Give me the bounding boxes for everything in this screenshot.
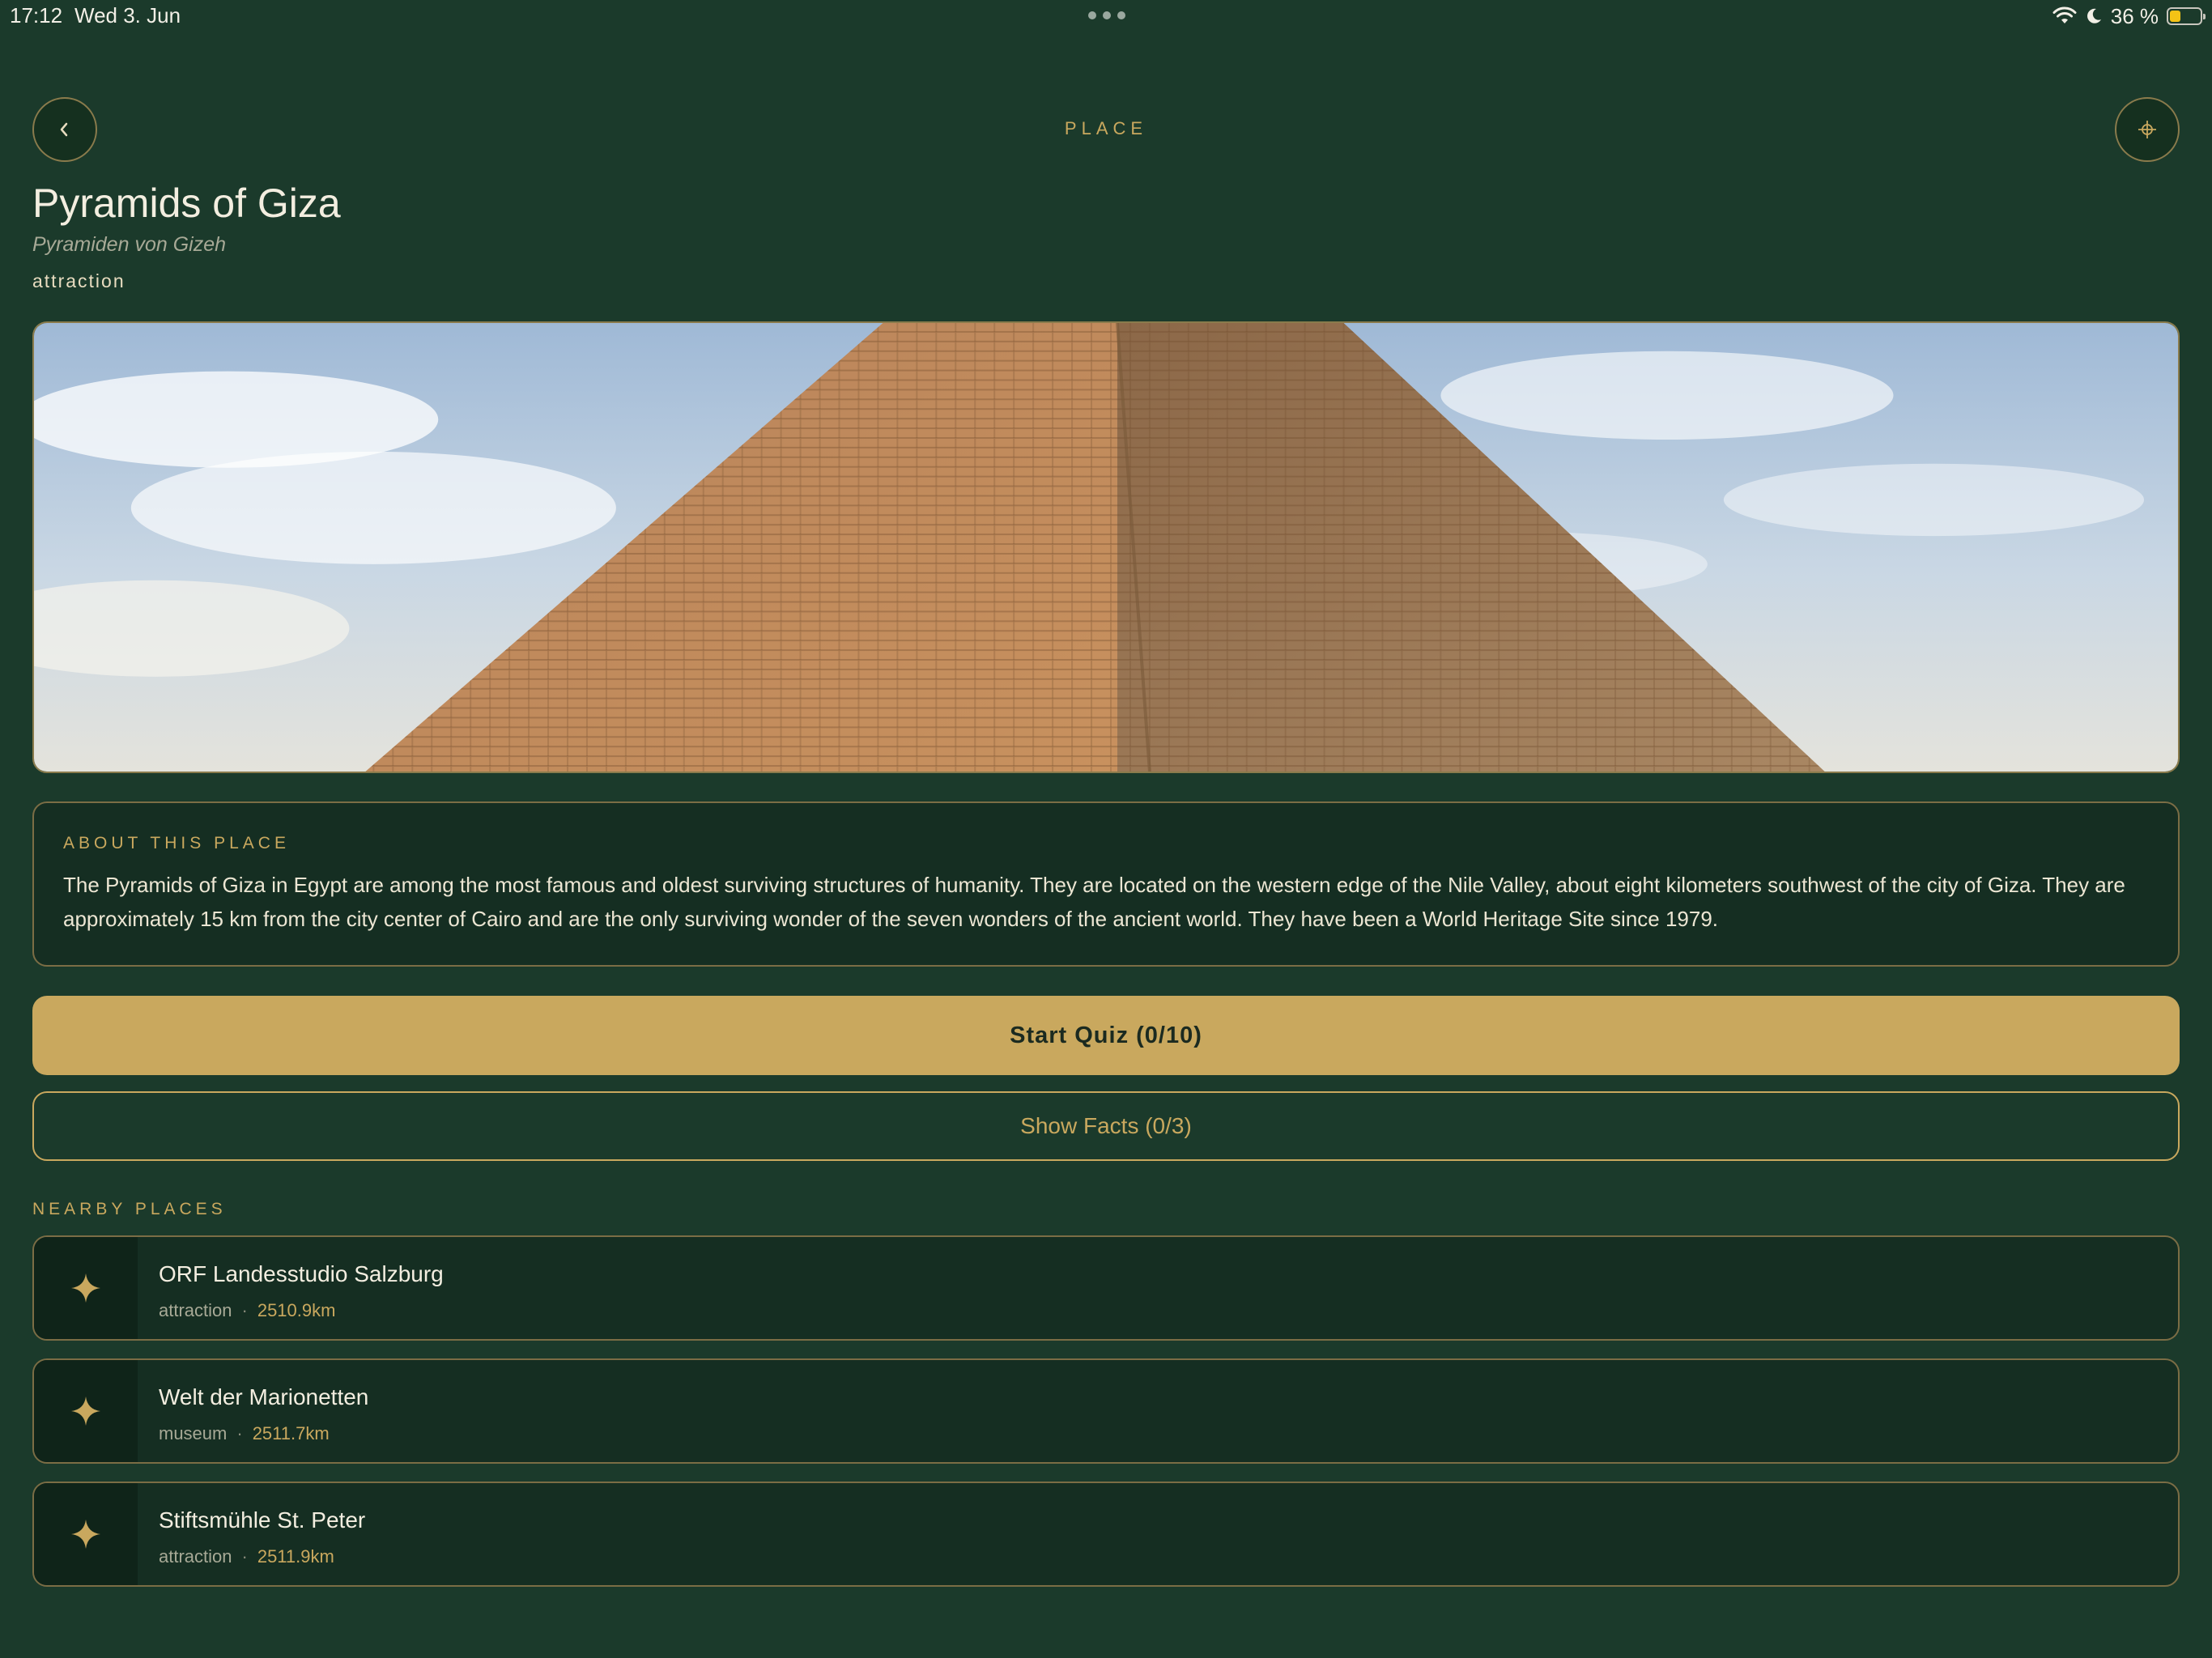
nearby-place-name: ORF Landesstudio Salzburg — [159, 1261, 444, 1286]
status-bar: 17:12 Wed 3. Jun 36 % — [0, 0, 2212, 32]
nearby-place-name: Welt der Marionetten — [159, 1384, 369, 1409]
nearby-place-category: museum — [159, 1423, 228, 1443]
sparkle-icon — [71, 1273, 100, 1303]
wifi-icon — [2052, 6, 2077, 23]
start-quiz-button[interactable]: Start Quiz (0/10) — [32, 996, 2180, 1075]
status-date: Wed 3. Jun — [74, 3, 181, 28]
about-heading: ABOUT THIS PLACE — [63, 834, 290, 852]
nearby-place-meta: museum · 2511.7km — [159, 1423, 330, 1444]
nearby-place-category: attraction — [159, 1546, 232, 1567]
nearby-place-item[interactable]: Stiftsmühle St. Peter attraction · 2511.… — [32, 1482, 2180, 1587]
nearby-icon-cell — [34, 1483, 138, 1585]
status-indicators: 36 % — [2052, 3, 2206, 29]
place-hero-image — [32, 321, 2180, 773]
moon-icon — [2087, 8, 2101, 23]
show-facts-button[interactable]: Show Facts (0/3) — [32, 1091, 2180, 1161]
nearby-icon-cell — [34, 1360, 138, 1462]
nearby-place-item[interactable]: Welt der Marionetten museum · 2511.7km — [32, 1358, 2180, 1464]
nearby-place-category: attraction — [159, 1300, 232, 1320]
nearby-place-distance: 2511.7km — [252, 1423, 330, 1443]
battery-percent: 36 % — [2110, 3, 2159, 28]
meta-separator: · — [236, 1423, 243, 1443]
battery-fill — [2170, 11, 2180, 22]
nearby-place-meta: attraction · 2510.9km — [159, 1300, 335, 1321]
place-category: attraction — [32, 270, 125, 291]
sparkle-icon — [71, 1520, 100, 1549]
page-subtitle: Pyramiden von Gizeh — [32, 233, 227, 256]
nearby-heading: NEARBY PLACES — [32, 1200, 227, 1218]
battery-icon — [2167, 7, 2206, 25]
multitasking-dots-icon[interactable] — [1088, 11, 1125, 19]
meta-separator: · — [241, 1300, 248, 1320]
nearby-place-item[interactable]: ORF Landesstudio Salzburg attraction · 2… — [32, 1235, 2180, 1341]
page-kicker: PLACE — [1064, 118, 1148, 138]
sparkle-icon — [71, 1397, 100, 1426]
about-description: The Pyramids of Giza in Egypt are among … — [63, 873, 2125, 931]
page-title: Pyramids of Giza — [32, 181, 341, 226]
status-time: 17:12 — [10, 3, 63, 28]
meta-separator: · — [241, 1546, 248, 1567]
nearby-place-distance: 2511.9km — [257, 1546, 334, 1567]
nearby-place-meta: attraction · 2511.9km — [159, 1546, 334, 1567]
nearby-place-name: Stiftsmühle St. Peter — [159, 1507, 366, 1533]
crosshair-icon — [2138, 121, 2156, 138]
locate-button[interactable] — [2115, 97, 2180, 162]
nearby-place-distance: 2510.9km — [257, 1300, 336, 1320]
nearby-icon-cell — [34, 1237, 138, 1339]
about-card: ABOUT THIS PLACE The Pyramids of Giza in… — [32, 801, 2180, 967]
